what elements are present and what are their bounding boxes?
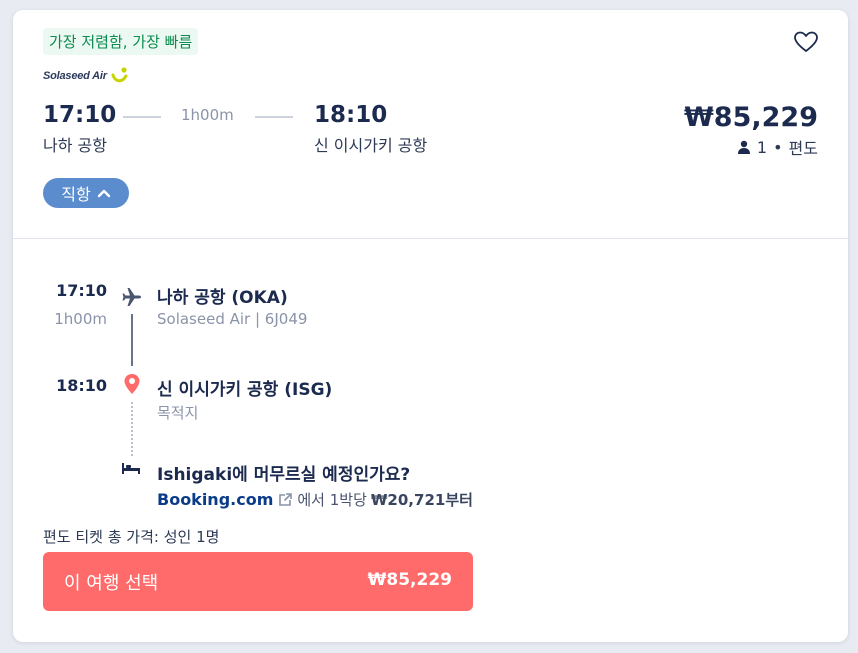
separator-dot: • — [773, 137, 783, 157]
select-trip-price: ₩85,229 — [367, 570, 452, 590]
hotel-offer: Booking.com 에서 1박당 ₩20,721 부터 — [157, 489, 473, 510]
heart-icon[interactable] — [793, 30, 819, 54]
airline-logo-mark-icon — [111, 67, 128, 83]
location-pin-icon — [124, 374, 140, 394]
summary-arrive-time: 18:10 — [314, 102, 388, 128]
summary-depart-time: 17:10 — [43, 102, 117, 128]
segment-depart-time: 17:10 — [56, 281, 107, 300]
stops-label: 직항 — [61, 185, 91, 204]
segment-arrive-time: 18:10 — [56, 376, 107, 395]
plane-icon — [122, 288, 141, 306]
hotel-question: Ishigaki에 머무르실 예정인가요? — [157, 465, 411, 485]
stops-toggle-button[interactable]: 직항 — [43, 178, 129, 208]
segment-depart-airport: 나하 공항 (OKA) — [157, 288, 288, 308]
external-link-icon[interactable] — [277, 492, 293, 508]
passenger-info: 1 • 편도 — [737, 135, 818, 159]
segment-duration: 1h00m — [54, 310, 107, 328]
summary-price: ₩85,229 — [684, 102, 818, 133]
summary-duration: 1h00m — [181, 106, 234, 124]
bed-icon — [122, 463, 140, 474]
duration-line-left — [123, 116, 161, 118]
hotel-price: ₩20,721 — [370, 490, 446, 509]
airline-name: Solaseed Air — [43, 70, 107, 82]
segment-flight-info: Solaseed Air | 6J049 — [157, 310, 308, 328]
summary-depart-airport: 나하 공항 — [43, 136, 107, 155]
chevron-up-icon — [97, 189, 110, 198]
trip-type: 편도 — [788, 139, 818, 158]
destination-label: 목적지 — [157, 404, 199, 422]
passenger-count: 1 — [756, 137, 768, 157]
summary-arrive-airport: 신 이시가키 공항 — [314, 136, 428, 155]
duration-line-right — [255, 116, 293, 118]
select-trip-label: 이 여행 선택 — [64, 573, 159, 594]
segment-arrive-airport: 신 이시가키 공항 (ISG) — [157, 380, 333, 400]
section-divider — [13, 238, 848, 239]
person-icon — [737, 140, 750, 154]
flight-result-card: 가장 저렴함, 가장 빠름 Solaseed Air 17:10 나하 공항 1… — [13, 10, 848, 642]
timeline-solid-line — [131, 314, 133, 366]
select-trip-button[interactable]: 이 여행 선택 ₩85,229 — [43, 552, 473, 611]
airline-logo: Solaseed Air — [43, 66, 130, 86]
booking-link[interactable]: Booking.com — [157, 490, 273, 509]
hotel-from-text: 에서 1박당 — [297, 491, 367, 509]
cheapest-fastest-badge: 가장 저렴함, 가장 빠름 — [43, 28, 199, 55]
total-price-label: 편도 티켓 총 가격: 성인 1명 — [43, 528, 220, 546]
hotel-suffix: 부터 — [445, 491, 473, 509]
timeline-dotted-line — [131, 402, 133, 456]
